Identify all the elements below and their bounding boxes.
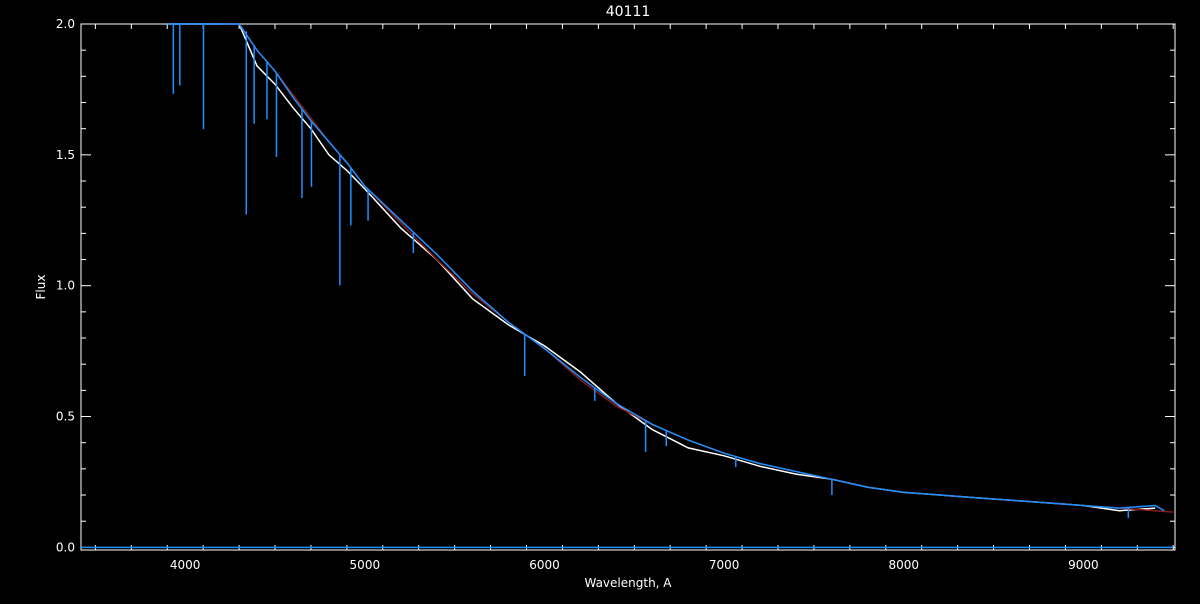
spectrum-series-0 bbox=[167, 23, 1156, 512]
spectrum-series-1 bbox=[221, 23, 1174, 513]
plot-frame bbox=[80, 23, 1176, 551]
y-tick-label: 0.0 bbox=[56, 540, 75, 554]
chart-title: 40111 bbox=[606, 4, 651, 20]
spectrum-chart: 40111 4000 5000 6000 7000 8000 9000 0.0 0.5 1.0… bbox=[34, 4, 1176, 590]
x-tick-label: 7000 bbox=[709, 558, 740, 572]
x-tick-label: 5000 bbox=[350, 558, 381, 572]
x-tick-label: 6000 bbox=[529, 558, 560, 572]
series-layer bbox=[81, 23, 1174, 549]
x-axis-label: Wavelength, A bbox=[584, 576, 672, 590]
y-axis-label: Flux bbox=[34, 275, 48, 300]
x-tick-labels: 4000 5000 6000 7000 8000 9000 bbox=[170, 558, 1099, 572]
x-tick-label: 4000 bbox=[170, 558, 201, 572]
y-tick-label: 0.5 bbox=[56, 410, 75, 424]
x-tick-label: 8000 bbox=[888, 558, 919, 572]
absorption-lines-layer bbox=[172, 24, 1130, 518]
y-tick-label: 2.0 bbox=[56, 17, 75, 31]
y-tick-label: 1.0 bbox=[56, 279, 75, 293]
x-tick-label: 9000 bbox=[1068, 558, 1099, 572]
chart-root: 40111 4000 5000 6000 7000 8000 9000 0.0 0.5 1.0… bbox=[0, 0, 1200, 600]
axis-ticks bbox=[81, 23, 1175, 550]
y-tick-labels: 0.0 0.5 1.0 1.5 2.0 bbox=[56, 17, 75, 554]
y-tick-label: 1.5 bbox=[56, 148, 75, 162]
